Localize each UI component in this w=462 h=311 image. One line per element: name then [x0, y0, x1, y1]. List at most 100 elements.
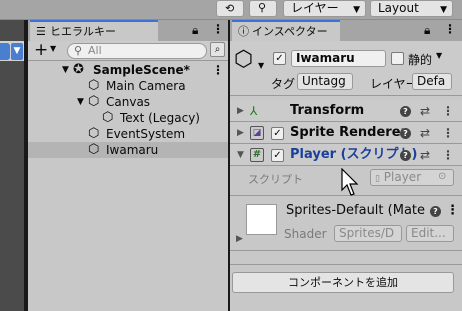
scene-gizmo-dropdown[interactable]: ▼ [11, 43, 23, 60]
layer-dropdown-value: Defa [417, 74, 446, 88]
presets-icon[interactable]: ⇄ [420, 100, 430, 122]
tab-hierarchy-label: ヒエラルキー [50, 25, 116, 38]
list-item[interactable]: ⬡ EventSystem [28, 126, 228, 142]
hierarchy-search-input[interactable]: ⚲ All [67, 43, 207, 59]
expand-arrow-icon[interactable]: ▼ [77, 94, 84, 110]
more-options-icon[interactable]: ⋮ [442, 122, 454, 144]
list-icon: ☰ [36, 25, 46, 38]
history-icon: ⟲ [225, 2, 235, 15]
chevron-down-icon[interactable]: ▼ [50, 44, 56, 53]
static-checkbox[interactable] [391, 52, 404, 65]
layer-label: レイヤー [370, 77, 418, 91]
expand-arrow-icon[interactable]: ▶ [236, 234, 243, 244]
help-icon[interactable]: ? [400, 150, 411, 161]
layers-dropdown-label: レイヤー [291, 1, 339, 15]
component-title: Sprite Renderer [290, 125, 407, 140]
tag-dropdown[interactable]: Untagg [297, 73, 353, 90]
presets-icon[interactable]: ⇄ [420, 122, 430, 144]
list-item[interactable]: ▼ ⬡ Canvas [28, 94, 228, 110]
material-name: Sprites-Default (Mate [286, 203, 426, 218]
checkmark-icon: ✓ [273, 128, 282, 139]
tab-hierarchy[interactable]: ☰ ヒエラルキー [30, 20, 158, 41]
gameobject-cube-icon: ⬡ [88, 126, 100, 141]
add-button[interactable]: + [34, 40, 48, 60]
hierarchy-tabbar: ☰ ヒエラルキー 🔒︎ ⋮ [28, 20, 228, 41]
more-options-icon[interactable]: ⋮ [444, 22, 456, 36]
search-button[interactable]: ⚲ [249, 0, 277, 17]
more-options-icon[interactable]: ⋮ [212, 22, 224, 36]
enabled-checkbox[interactable]: ✓ [271, 127, 284, 140]
gameobject-header: ⬡ ▼ ✓ Iwamaru 静的 ▼ タグ Untagg レイヤー Defa [230, 41, 462, 96]
more-options-icon[interactable]: ⋮ [446, 203, 459, 218]
presets-icon[interactable]: ⇄ [420, 144, 430, 166]
component-sprite-renderer[interactable]: ▶ ◪ ✓ Sprite Renderer ? ⇄ ⋮ [230, 122, 462, 144]
lock-icon[interactable]: 🔒︎ [424, 23, 430, 38]
tab-inspector[interactable]: ⓘ インスペクター [232, 20, 340, 41]
unity-scene-icon: ✪ [73, 62, 84, 77]
scene-view-strip[interactable] [0, 20, 24, 311]
component-title: Transform [290, 103, 365, 118]
chevron-down-icon: ▼ [440, 5, 447, 15]
gameobject-cube-icon: ⬡ [234, 47, 254, 72]
chevron-down-icon: ▼ [13, 46, 21, 56]
active-checkbox[interactable]: ✓ [273, 52, 286, 65]
script-icon: ▯ [375, 174, 380, 184]
divider [230, 264, 462, 265]
expand-arrow-icon[interactable]: ▶ [237, 122, 244, 144]
transform-icon: ⅄ [250, 104, 258, 118]
tab-inspector-label: インスペクター [252, 25, 328, 38]
shader-label: Shader [284, 227, 327, 241]
add-component-button[interactable]: コンポーネントを追加 [232, 272, 454, 293]
list-item[interactable]: ⬡ Text (Legacy) [28, 110, 228, 126]
collapse-arrow-icon[interactable]: ▼ [237, 144, 244, 166]
layers-dropdown[interactable]: レイヤー ▼ [283, 0, 366, 17]
list-item-label: Iwamaru [106, 143, 159, 157]
gameobject-cube-icon: ⬡ [88, 142, 100, 157]
info-icon: ⓘ [238, 25, 249, 38]
help-icon[interactable]: ? [430, 206, 441, 217]
layout-dropdown-label: Layout [378, 1, 419, 15]
layout-dropdown[interactable]: Layout ▼ [370, 0, 453, 17]
list-item[interactable]: ▼ ✪ SampleScene* ⋮ [28, 62, 228, 78]
search-placeholder: All [88, 44, 102, 57]
search-by-type-icon[interactable]: ⌕ [210, 42, 225, 57]
shader-edit-button: Edit... [406, 225, 454, 242]
expand-arrow-icon[interactable]: ▶ [237, 100, 244, 122]
list-item[interactable]: ⬡ Main Camera [28, 78, 228, 94]
checkmark-icon: ✓ [273, 150, 282, 161]
component-transform[interactable]: ▶ ⅄ Transform ? ⇄ ⋮ [230, 100, 462, 122]
object-name-input[interactable]: Iwamaru [291, 50, 386, 67]
help-icon[interactable]: ? [400, 128, 411, 139]
tag-dropdown-value: Untagg [302, 74, 346, 88]
more-options-icon[interactable]: ⋮ [442, 100, 454, 122]
enabled-checkbox[interactable]: ✓ [271, 149, 284, 162]
scene-label: SampleScene* [93, 63, 190, 77]
expand-arrow-icon[interactable]: ▼ [62, 62, 69, 78]
lock-icon[interactable]: 🔒︎ [192, 23, 198, 38]
list-item-label: Main Camera [106, 79, 186, 93]
shader-dropdown-value: Sprites/D [339, 226, 395, 240]
object-picker-icon: ⊙ [438, 171, 447, 182]
script-field-label: スクリプト [248, 173, 303, 186]
component-player-script[interactable]: ▼ # ✓ Player (スクリプト) ? ⇄ ⋮ [230, 144, 462, 166]
list-item[interactable]: ⬡ Iwamaru [28, 142, 228, 158]
script-icon: # [250, 148, 264, 162]
gameobject-cube-icon: ⬡ [88, 94, 100, 109]
inspector-tabbar: ⓘ インスペクター 🔒︎ ⋮ [230, 20, 462, 41]
search-icon: ⚲ [74, 44, 83, 57]
more-options-icon[interactable]: ⋮ [442, 144, 454, 166]
chevron-down-icon[interactable]: ▼ [436, 51, 442, 60]
list-item-label: Text (Legacy) [120, 111, 200, 125]
help-icon[interactable]: ? [400, 106, 411, 117]
script-object-value: Player [383, 170, 422, 184]
more-options-icon[interactable]: ⋮ [212, 62, 224, 78]
edit-button-label: Edit... [411, 226, 446, 240]
sprite-renderer-icon: ◪ [250, 126, 264, 140]
component-title: Player (スクリプト) [290, 147, 418, 162]
chevron-down-icon[interactable]: ▼ [258, 61, 264, 70]
list-item-label: EventSystem [106, 127, 186, 141]
chevron-down-icon: ▼ [353, 5, 360, 15]
layer-dropdown[interactable]: Defa [412, 73, 452, 90]
scene-gizmo-toggle[interactable] [0, 43, 10, 60]
history-button[interactable]: ⟲ [216, 0, 244, 17]
